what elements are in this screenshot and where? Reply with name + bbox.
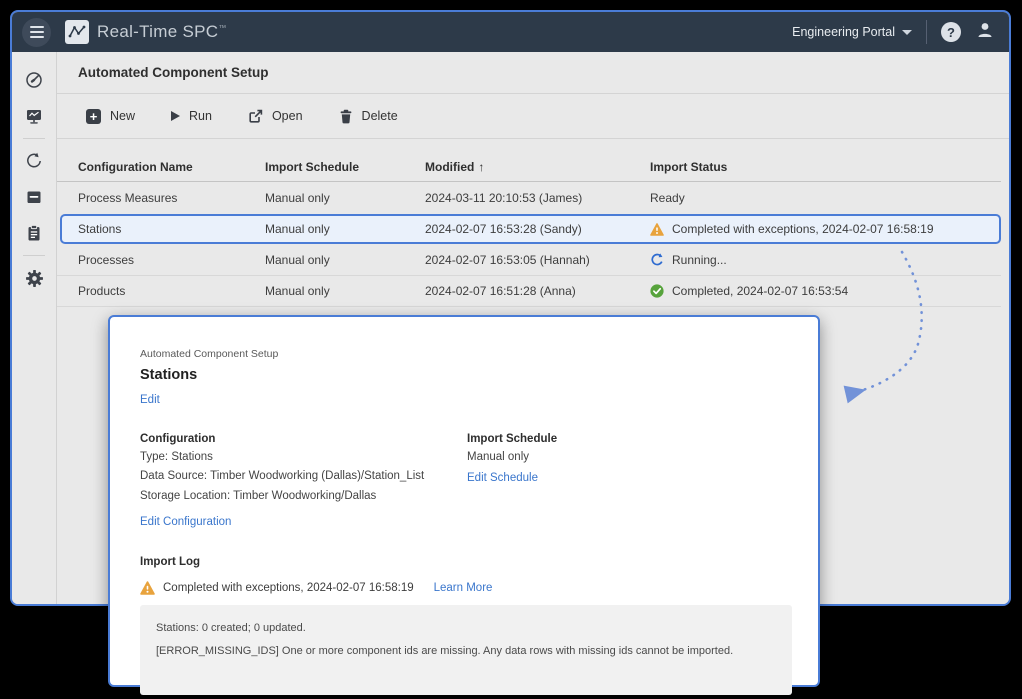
configuration-storage-location: Storage Location: Timber Woodworking/Dal… xyxy=(140,489,467,504)
delete-button[interactable]: Delete xyxy=(331,103,412,130)
sidebar xyxy=(12,52,57,606)
configurations-table: Configuration Name Import Schedule Modif… xyxy=(57,152,1009,307)
gear-icon[interactable] xyxy=(12,264,57,292)
success-icon xyxy=(650,284,664,298)
import-log-output: Stations: 0 created; 0 updated. [ERROR_M… xyxy=(140,605,792,695)
archive-box-icon[interactable] xyxy=(12,183,57,211)
table-header-row: Configuration Name Import Schedule Modif… xyxy=(57,152,1001,182)
configuration-section: Configuration Type: Stations Data Source… xyxy=(140,433,467,530)
table-row[interactable]: Processes Manual only 2024-02-07 16:53:0… xyxy=(57,245,1001,276)
configuration-heading: Configuration xyxy=(140,433,467,445)
warning-icon xyxy=(650,223,664,236)
panel-eyebrow: Automated Component Setup xyxy=(140,348,788,360)
play-icon xyxy=(171,111,180,121)
running-icon xyxy=(650,253,664,267)
page-title: Automated Component Setup xyxy=(78,65,269,80)
import-schedule-section: Import Schedule Manual only Edit Schedul… xyxy=(467,433,557,530)
import-log-status-text: Completed with exceptions, 2024-02-07 16… xyxy=(163,582,414,594)
page-title-bar: Automated Component Setup xyxy=(57,52,1009,94)
learn-more-link[interactable]: Learn More xyxy=(434,582,493,594)
sidebar-divider xyxy=(23,255,45,256)
import-schedule-value: Manual only xyxy=(467,450,557,465)
clipboard-icon[interactable] xyxy=(12,219,57,247)
trash-icon xyxy=(339,109,353,124)
import-log-status-line: Completed with exceptions, 2024-02-07 16… xyxy=(140,581,788,595)
plus-icon: + xyxy=(86,109,101,124)
run-button[interactable]: Run xyxy=(163,103,226,129)
new-button[interactable]: + New xyxy=(78,103,149,130)
top-bar: Real-Time SPC™ Engineering Portal ? xyxy=(12,12,1009,52)
table-row-selected[interactable]: Stations Manual only 2024-02-07 16:53:28… xyxy=(60,214,1001,244)
toolbar: + New Run Open xyxy=(57,94,1009,139)
trademark-symbol: ™ xyxy=(218,23,226,32)
hamburger-menu-icon[interactable] xyxy=(22,18,51,47)
open-external-icon xyxy=(248,109,263,124)
brand-title: Real-Time SPC™ xyxy=(97,22,227,42)
col-import-schedule[interactable]: Import Schedule xyxy=(265,160,425,174)
detail-panel: Automated Component Setup Stations Edit … xyxy=(108,315,820,687)
app-logo-icon xyxy=(65,20,89,44)
user-icon[interactable] xyxy=(975,20,995,45)
col-configuration-name[interactable]: Configuration Name xyxy=(78,160,265,174)
warning-icon xyxy=(140,581,155,595)
portal-selector[interactable]: Engineering Portal xyxy=(792,25,912,39)
log-line: Stations: 0 created; 0 updated. xyxy=(156,622,776,634)
import-schedule-heading: Import Schedule xyxy=(467,433,557,445)
sync-icon[interactable] xyxy=(12,147,57,175)
table-row[interactable]: Products Manual only 2024-02-07 16:51:28… xyxy=(57,276,1001,307)
topbar-divider xyxy=(926,20,927,44)
import-log-heading: Import Log xyxy=(140,556,788,568)
log-line: [ERROR_MISSING_IDS] One or more componen… xyxy=(156,645,776,657)
help-icon[interactable]: ? xyxy=(941,22,961,42)
sort-ascending-icon: ↑ xyxy=(478,160,484,174)
configuration-data-source: Data Source: Timber Woodworking (Dallas)… xyxy=(140,469,467,484)
edit-configuration-link[interactable]: Edit Configuration xyxy=(140,516,231,528)
edit-schedule-link[interactable]: Edit Schedule xyxy=(467,472,538,484)
chevron-down-icon xyxy=(902,30,912,35)
table-row[interactable]: Process Measures Manual only 2024-03-11 … xyxy=(57,182,1001,213)
edit-link[interactable]: Edit xyxy=(140,394,160,406)
monitor-chart-icon[interactable] xyxy=(12,102,57,130)
configuration-type: Type: Stations xyxy=(140,450,467,465)
sidebar-divider xyxy=(23,138,45,139)
col-import-status[interactable]: Import Status xyxy=(650,160,1001,174)
open-button[interactable]: Open xyxy=(240,103,317,130)
gauge-icon[interactable] xyxy=(12,66,57,94)
panel-title: Stations xyxy=(140,367,788,383)
col-modified[interactable]: Modified↑ xyxy=(425,160,650,174)
